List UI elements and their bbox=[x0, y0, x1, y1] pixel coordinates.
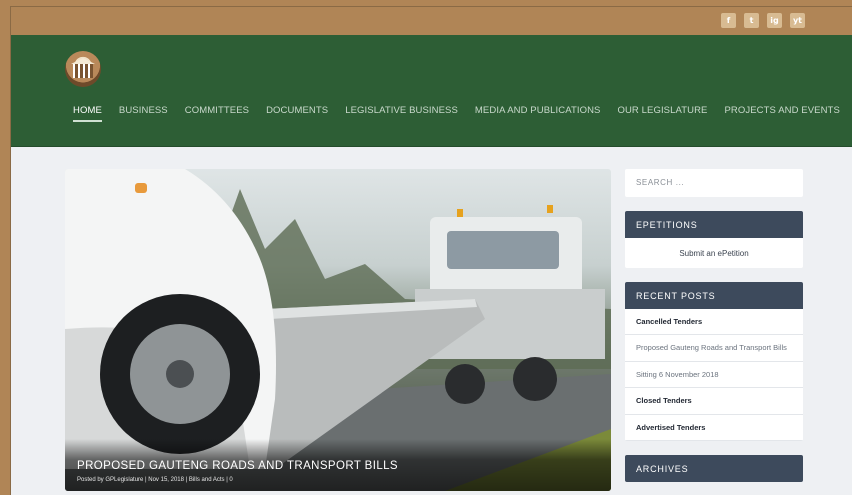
nav-committees[interactable]: COMMITTEES bbox=[185, 105, 249, 122]
nav-documents[interactable]: DOCUMENTS bbox=[266, 105, 328, 122]
page-frame: f t ig yt HOME BUSINESS COMMITTEES DOCUM… bbox=[10, 6, 852, 495]
epetitions-title: EPETITIONS bbox=[625, 211, 803, 238]
recent-post-link[interactable]: Proposed Gauteng Roads and Transport Bil… bbox=[625, 335, 803, 362]
nav-media-and-publications[interactable]: MEDIA AND PUBLICATIONS bbox=[475, 105, 601, 122]
site-header: HOME BUSINESS COMMITTEES DOCUMENTS LEGIS… bbox=[11, 35, 852, 147]
epetitions-widget: EPETITIONS Submit an ePetition bbox=[625, 211, 803, 268]
nav-home[interactable]: HOME bbox=[73, 105, 102, 122]
recent-post-link[interactable]: Sitting 6 November 2018 bbox=[625, 362, 803, 389]
nav-projects-and-events[interactable]: PROJECTS AND EVENTS bbox=[725, 105, 840, 122]
archives-widget: ARCHIVES bbox=[625, 454, 803, 482]
main-nav: HOME BUSINESS COMMITTEES DOCUMENTS LEGIS… bbox=[73, 105, 840, 122]
recent-post-link[interactable]: Cancelled Tenders bbox=[625, 309, 803, 336]
instagram-icon[interactable]: ig bbox=[767, 13, 782, 28]
facebook-icon[interactable]: f bbox=[721, 13, 736, 28]
car-hub bbox=[166, 360, 194, 388]
logo-columns-shape bbox=[73, 64, 93, 78]
nav-legislative-business[interactable]: LEGISLATIVE BUSINESS bbox=[345, 105, 458, 122]
social-links: f t ig yt bbox=[721, 13, 805, 28]
recent-post-link[interactable]: Advertised Tenders bbox=[625, 415, 803, 441]
truck-beacon bbox=[457, 209, 463, 217]
truck-windshield bbox=[447, 231, 559, 269]
nav-our-legislature[interactable]: OUR LEGISLATURE bbox=[617, 105, 707, 122]
car-indicator bbox=[135, 183, 147, 193]
hero-title[interactable]: PROPOSED GAUTENG ROADS AND TRANSPORT BIL… bbox=[77, 460, 398, 472]
truck-wheel bbox=[513, 357, 557, 401]
recent-post-link[interactable]: Closed Tenders bbox=[625, 388, 803, 415]
featured-post-slider[interactable]: PROPOSED GAUTENG ROADS AND TRANSPORT BIL… bbox=[65, 169, 611, 491]
top-bar: f t ig yt bbox=[11, 7, 852, 35]
search-input[interactable]: SEARCH ... bbox=[625, 169, 803, 197]
hero-meta: Posted by GPLegislature | Nov 15, 2018 |… bbox=[77, 477, 233, 483]
nav-business[interactable]: BUSINESS bbox=[119, 105, 168, 122]
truck-wheel-2 bbox=[445, 364, 485, 404]
youtube-icon[interactable]: yt bbox=[790, 13, 805, 28]
truck-beacon-2 bbox=[547, 205, 553, 213]
legislature-logo[interactable] bbox=[65, 51, 101, 87]
recent-posts-widget: RECENT POSTS Cancelled Tenders Proposed … bbox=[625, 282, 803, 441]
hero-caption: PROPOSED GAUTENG ROADS AND TRANSPORT BIL… bbox=[65, 439, 611, 491]
submit-epetition-link[interactable]: Submit an ePetition bbox=[625, 238, 803, 268]
recent-posts-title: RECENT POSTS bbox=[625, 282, 803, 309]
archives-title: ARCHIVES bbox=[625, 454, 803, 482]
twitter-icon[interactable]: t bbox=[744, 13, 759, 28]
sidebar: SEARCH ... EPETITIONS Submit an ePetitio… bbox=[625, 169, 803, 482]
